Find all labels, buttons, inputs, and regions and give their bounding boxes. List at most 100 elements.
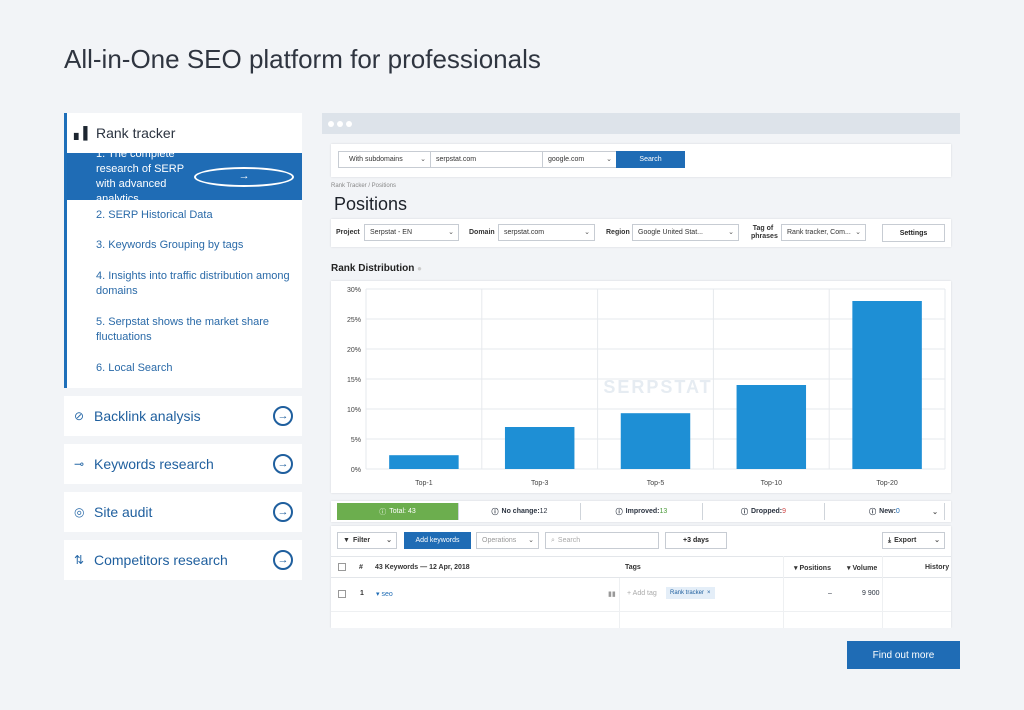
info-icon: ●	[417, 264, 422, 273]
project-select[interactable]: Serpstat - EN ⌄	[364, 224, 459, 241]
col-tags: Tags	[625, 564, 641, 571]
compare-arrows-icon: ⇅	[74, 553, 85, 567]
tag-select[interactable]: Rank tracker, Com... ⌄	[781, 224, 866, 241]
info-icon: ⓘ	[491, 508, 499, 516]
tag-label: Tag of phrases	[751, 225, 778, 241]
table-header: # 43 Keywords — 12 Apr, 2018 Tags ▾ Posi…	[331, 556, 951, 578]
search-input[interactable]: serpstat.com	[430, 151, 543, 168]
region-select[interactable]: Google United Stat... ⌄	[632, 224, 739, 241]
engine-select-value: google.com	[548, 156, 585, 163]
stat-improved[interactable]: ⓘ Improved: 13	[581, 503, 703, 520]
export-button[interactable]: ⤓ Export ⌄	[882, 532, 945, 549]
y-tick-label: 10%	[347, 407, 361, 414]
chevron-down-icon: ⌄	[606, 156, 612, 163]
add-keywords-button[interactable]: Add keywords	[404, 532, 471, 549]
rank-tracker-title: Rank tracker	[96, 125, 176, 141]
stat-new[interactable]: ⓘ New: 0 ⌄	[825, 503, 945, 520]
section-competitors-research[interactable]: ⇅ Competitors research →	[64, 540, 302, 580]
audit-icon: ◎	[74, 505, 85, 519]
bar	[504, 427, 575, 469]
chevron-down-icon: ⌄	[728, 229, 734, 236]
chevron-down-icon: ⌄	[584, 229, 590, 236]
section-label: Site audit	[94, 504, 153, 520]
x-tick-label: Top-5	[647, 480, 665, 487]
col-keywords[interactable]: 43 Keywords — 12 Apr, 2018	[375, 564, 470, 571]
search-button[interactable]: Search	[616, 151, 685, 168]
feature-item-market-share[interactable]: 5. Serpstat shows the market share fluct…	[67, 307, 302, 353]
chart-heading: Rank Distribution ●	[331, 263, 422, 274]
project-label: Project	[336, 229, 360, 236]
search-input-value: serpstat.com	[436, 156, 477, 163]
stat-label: Improved:	[625, 508, 660, 515]
domain-select-value: serpstat.com	[504, 229, 545, 236]
window-dot-icon	[328, 120, 334, 127]
column-divider	[783, 556, 784, 628]
subdomain-select-value: With subdomains	[349, 156, 403, 163]
operations-label: Operations	[482, 537, 517, 544]
section-site-audit[interactable]: ◎ Site audit →	[64, 492, 302, 532]
row-checkbox[interactable]	[338, 590, 346, 598]
stat-dropped[interactable]: ⓘ Dropped: 9	[703, 503, 825, 520]
project-select-value: Serpstat - EN	[370, 229, 413, 236]
section-keywords-research[interactable]: ⊸ Keywords research →	[64, 444, 302, 484]
add-tag-button[interactable]: + Add tag	[627, 590, 657, 597]
browser-chrome	[322, 113, 960, 134]
chevron-down-icon: ⌄	[420, 156, 426, 163]
feature-item-label: 1. The complete research of SERP with ad…	[96, 147, 184, 205]
find-out-more-button[interactable]: Find out more	[847, 641, 960, 669]
feature-item-serp-research[interactable]: 1. The complete research of SERP with ad…	[67, 148, 302, 205]
stat-total[interactable]: ⓘ Total: 43	[337, 503, 459, 520]
row-keyword[interactable]: ▾ seo	[376, 590, 393, 598]
col-positions[interactable]: ▾ Positions	[794, 564, 831, 572]
col-volume[interactable]: ▾ Volume	[847, 564, 877, 572]
filter-button[interactable]: ▼ Filter ⌄	[337, 532, 397, 549]
row-position: –	[828, 590, 832, 597]
engine-select[interactable]: google.com ⌄	[542, 151, 617, 168]
x-tick-label: Top-1	[415, 480, 433, 487]
search-bar: With subdomains ⌄ serpstat.com google.com…	[331, 144, 951, 177]
close-icon[interactable]: ×	[707, 590, 711, 596]
y-tick-label: 20%	[347, 347, 361, 354]
keywords-table-panel: ▼ Filter ⌄ Add keywords Operations ⌄ ⌕ Searc…	[331, 526, 951, 628]
bar	[852, 301, 922, 469]
domain-select[interactable]: serpstat.com ⌄	[498, 224, 595, 241]
arrow-right-icon: →	[273, 406, 293, 426]
section-backlink-analysis[interactable]: ⊘ Backlink analysis →	[64, 396, 302, 436]
search-field[interactable]: ⌕ Search	[545, 532, 659, 549]
search-icon: ⌕	[551, 536, 555, 544]
arrow-right-icon: →	[273, 550, 293, 570]
settings-button[interactable]: Settings	[882, 224, 945, 242]
key-icon: ⊸	[74, 457, 85, 471]
feature-item-local-search[interactable]: 6. Local Search	[67, 353, 302, 383]
info-icon: ⓘ	[869, 508, 877, 516]
feature-item-traffic-insights[interactable]: 4. Insights into traffic distribution am…	[67, 261, 302, 307]
operations-select[interactable]: Operations ⌄	[476, 532, 539, 549]
stat-label: No change:	[501, 508, 540, 515]
download-icon: ⤓	[888, 536, 892, 544]
filter-bar: Project Serpstat - EN ⌄ Domain serpstat.c…	[331, 219, 951, 247]
stats-bar: ⓘ Total: 43 ⓘ No change: 12 ⓘ Improved: 13 …	[331, 501, 951, 522]
y-tick-label: 15%	[347, 377, 361, 384]
rank-tracker-icon: ▖▌	[74, 126, 92, 140]
stat-value: 13	[659, 508, 668, 515]
stat-total-label: Total: 43	[389, 508, 416, 515]
bar-chart-icon[interactable]: ▮▮	[608, 590, 616, 598]
select-all-checkbox[interactable]	[338, 563, 346, 571]
column-divider	[619, 578, 620, 628]
days-button[interactable]: +3 days	[665, 532, 727, 549]
stat-value: 9	[782, 508, 786, 515]
tag-label-line: phrases	[751, 233, 778, 240]
export-label: Export	[894, 537, 917, 544]
col-positions-label: Positions	[799, 565, 831, 572]
tag-chip[interactable]: Rank tracker ×	[666, 587, 715, 599]
y-tick-label: 30%	[347, 287, 361, 294]
subdomain-select[interactable]: With subdomains ⌄	[338, 151, 431, 168]
chevron-down-icon: ⌄	[934, 537, 940, 544]
stat-no-change[interactable]: ⓘ No change: 12	[459, 503, 581, 520]
chevron-down-icon: ⌄	[932, 508, 938, 516]
row-keyword-label: seo	[381, 591, 393, 598]
filter-label: Filter	[352, 537, 371, 544]
row-num: 1	[360, 590, 364, 597]
chart-heading-text: Rank Distribution	[331, 263, 415, 274]
feature-item-keyword-grouping[interactable]: 3. Keywords Grouping by tags	[67, 230, 302, 261]
